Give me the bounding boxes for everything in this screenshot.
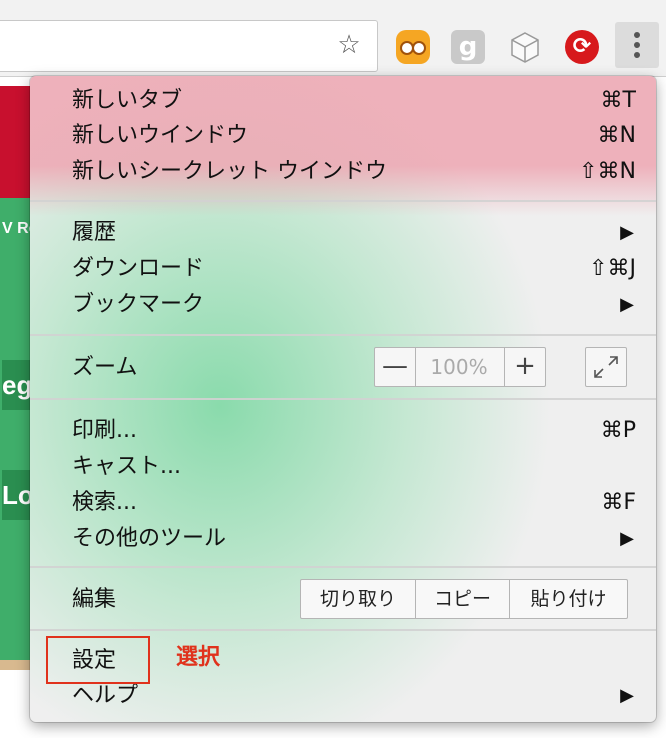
page-header-fragment: [0, 86, 34, 198]
chevron-right-icon: ▶: [620, 685, 634, 706]
menu-item-find[interactable]: 検索... ⌘F: [72, 486, 636, 520]
menu-item-new-tab[interactable]: 新しいタブ ⌘T: [72, 84, 636, 118]
cube-extension-icon[interactable]: [508, 30, 542, 64]
menu-item-cast[interactable]: キャスト...: [72, 450, 636, 484]
zoom-level: 100%: [430, 355, 488, 379]
menu-separator: [30, 200, 656, 202]
trend-micro-extension-icon[interactable]: ⟳: [565, 30, 599, 64]
settings-highlight-box: [46, 636, 150, 684]
menu-item-new-incognito[interactable]: 新しいシークレット ウインドウ ⇧⌘N: [72, 155, 636, 189]
zoom-control: — 100% +: [374, 347, 546, 387]
paste-button[interactable]: 貼り付け: [510, 580, 627, 618]
zoom-out-button[interactable]: —: [375, 348, 416, 386]
page-footer-fragment: [0, 660, 34, 670]
chevron-right-icon: ▶: [620, 294, 634, 315]
edit-controls: 切り取り コピー 貼り付け: [300, 579, 628, 619]
menu-item-settings[interactable]: 設定: [72, 644, 636, 678]
zoom-in-button[interactable]: +: [504, 348, 545, 386]
chevron-right-icon: ▶: [620, 222, 634, 243]
menu-separator: [30, 334, 656, 336]
menu-item-help[interactable]: ヘルプ ▶: [72, 679, 636, 713]
menu-item-zoom: ズーム: [72, 355, 138, 380]
star-icon[interactable]: ☆: [335, 31, 363, 59]
chrome-menu: 新しいタブ ⌘T 新しいウインドウ ⌘N 新しいシークレット ウインドウ ⇧⌘N…: [30, 76, 656, 722]
copy-button[interactable]: コピー: [416, 580, 510, 618]
fullscreen-button[interactable]: [585, 347, 627, 387]
menu-separator: [30, 629, 656, 631]
menu-separator: [30, 566, 656, 568]
menu-item-bookmarks[interactable]: ブックマーク ▶: [72, 288, 636, 322]
page-sidebar-fragment: [0, 198, 34, 668]
google-extension-icon[interactable]: g: [451, 30, 485, 64]
menu-item-print[interactable]: 印刷... ⌘P: [72, 414, 636, 448]
address-bar[interactable]: ☆: [0, 20, 378, 72]
menu-item-history[interactable]: 履歴 ▶: [72, 216, 636, 250]
menu-item-edit: 編集: [72, 587, 117, 612]
menu-item-more-tools[interactable]: その他のツール ▶: [72, 522, 636, 556]
menu-item-downloads[interactable]: ダウンロード ⇧⌘J: [72, 252, 636, 286]
cut-button[interactable]: 切り取り: [301, 580, 416, 618]
chevron-right-icon: ▶: [620, 528, 634, 549]
kebab-menu-icon[interactable]: [615, 22, 659, 68]
owl-extension-icon[interactable]: [396, 30, 430, 64]
fullscreen-icon: [594, 356, 618, 378]
menu-separator: [30, 398, 656, 400]
browser-toolbar: ☆ g ⟳: [0, 0, 666, 77]
menu-item-new-window[interactable]: 新しいウインドウ ⌘N: [72, 119, 636, 153]
annotation-label: 選択: [176, 645, 221, 670]
